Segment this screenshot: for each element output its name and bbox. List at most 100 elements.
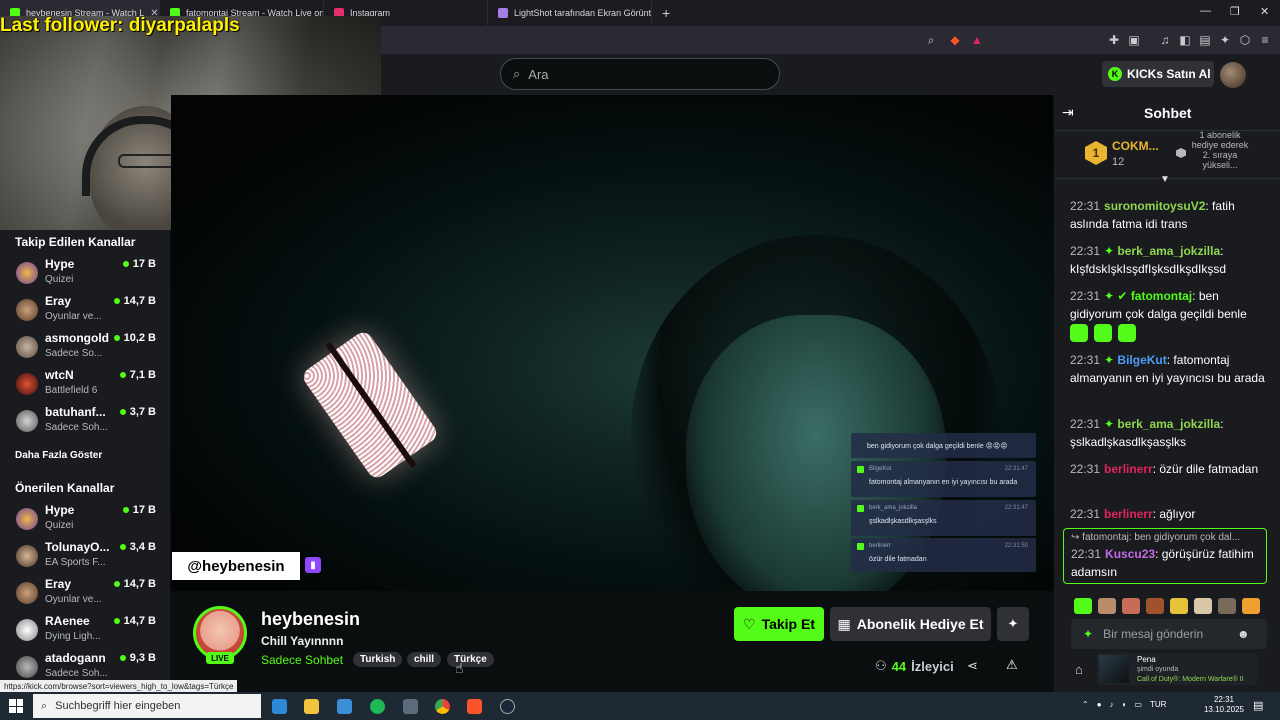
emote-icon[interactable] xyxy=(1146,598,1164,614)
channel-name: TolunayO... xyxy=(45,540,110,554)
steam-icon[interactable] xyxy=(500,699,515,714)
chat-username[interactable]: berk_ama_jokzilla xyxy=(1117,417,1220,431)
store-app-icon[interactable] xyxy=(337,699,352,714)
brave-rewards-icon[interactable]: ▲ xyxy=(970,33,984,47)
emoji-icon[interactable]: ☻ xyxy=(1237,627,1250,641)
menu-icon[interactable]: ≡ xyxy=(1258,33,1272,47)
brave-icon[interactable] xyxy=(467,699,482,714)
media-icon[interactable]: ♫ xyxy=(1158,33,1172,47)
avatar xyxy=(16,656,38,678)
calculator-icon[interactable] xyxy=(403,699,418,714)
channel-name: Hype xyxy=(45,503,75,517)
tag-turkish[interactable]: Turkish xyxy=(353,652,403,667)
sidebar-item-batuhanf[interactable]: batuhanf... Sadece Soh... 3,7 B xyxy=(16,404,164,438)
gift-leaderboard-text: 1 abonelik hediye ederek 2. sıraya yükse… xyxy=(1191,130,1249,170)
emote-icon[interactable] xyxy=(1098,598,1116,614)
microphone-icon[interactable]: ♪ xyxy=(1110,700,1114,709)
buy-kicks-button[interactable]: K KICKs Satın Al xyxy=(1102,61,1214,87)
lightshot-favicon-icon xyxy=(498,8,508,18)
collapse-chat-icon[interactable]: ⇥ xyxy=(1062,104,1074,121)
top-gifter-name[interactable]: COKM... xyxy=(1112,139,1159,153)
chat-username[interactable]: berlinerr xyxy=(1104,507,1153,521)
chat-username[interactable]: berk_ama_jokzilla xyxy=(1117,244,1220,258)
sparkle-button[interactable]: ✦ xyxy=(997,607,1029,641)
window-close-icon[interactable]: ✕ xyxy=(1260,5,1269,18)
chat-username[interactable]: fatomontaj xyxy=(1131,289,1192,303)
taskbar-clock[interactable]: 22:31 13.10.2025 xyxy=(1201,695,1247,715)
new-tab-icon[interactable]: + xyxy=(662,5,670,21)
store-icon[interactable]: ⌂ xyxy=(1075,662,1083,677)
show-more-link[interactable]: Daha Fazla Göster xyxy=(15,450,102,461)
overlay-chat-message: berlinerr 22:31:50 özür dile fatmadan xyxy=(851,538,1036,572)
sidebar-item-tolunay[interactable]: TolunayO... EA Sports F... 3,4 B xyxy=(16,539,164,573)
streamer-name[interactable]: heybenesin xyxy=(261,609,360,630)
emote-icon[interactable] xyxy=(1218,598,1236,614)
file-explorer-icon[interactable] xyxy=(304,699,319,714)
zoom-icon[interactable]: ⌕ xyxy=(924,33,938,47)
sidebar-item-atadogann[interactable]: atadogann Sadece Soh... 9,3 B xyxy=(16,650,164,684)
extensions-icon[interactable]: ✚ xyxy=(1107,33,1121,47)
input-language[interactable]: TUR xyxy=(1150,700,1166,709)
sidebar-item-raenee[interactable]: RAenee Dying Ligh... 14,7 B xyxy=(16,613,164,647)
brave-shield-icon[interactable]: ◆ xyxy=(948,33,962,47)
gift-subscription-button[interactable]: ▦ Abonelik Hediye Et xyxy=(830,607,991,641)
report-warning-icon[interactable]: ⚠ xyxy=(1006,657,1018,673)
wallet-icon[interactable]: ▤ xyxy=(1198,33,1212,47)
sidebar-item-hype[interactable]: Hype Quizei 17 B xyxy=(16,256,164,290)
notification-icon[interactable]: ▤ xyxy=(1253,699,1263,712)
emote-icon[interactable] xyxy=(1122,598,1140,614)
leo-ai-icon[interactable]: ✦ xyxy=(1218,33,1232,47)
windows-start-icon[interactable] xyxy=(9,699,23,713)
chat-username[interactable]: BilgeKut xyxy=(1117,353,1166,367)
sparkle-icon: ✦ xyxy=(1007,616,1019,631)
chevron-down-icon[interactable]: ▼ xyxy=(1160,174,1170,185)
emote-icon[interactable] xyxy=(1194,598,1212,614)
chat-message: 22:31 Kuscu23: görüşürüz fatihim adamsın xyxy=(1071,547,1254,579)
reply-context[interactable]: ↪ fatomontaj: ben gidiyorum çok dal... xyxy=(1071,532,1261,543)
emote-icon[interactable] xyxy=(1242,598,1260,614)
avatar xyxy=(16,410,38,432)
channel-category: Quizei xyxy=(45,520,74,531)
viewer-count: 9,3 B xyxy=(119,652,156,664)
chevron-up-icon[interactable]: ⌃ xyxy=(1082,700,1089,709)
sidebar-item-hype-recommended[interactable]: Hype Quizei 17 B xyxy=(16,502,164,536)
emote-icon[interactable] xyxy=(1074,598,1092,614)
sidebar-toggle-icon[interactable]: ◧ xyxy=(1178,33,1192,47)
live-dot-icon xyxy=(113,298,120,304)
edge-icon[interactable] xyxy=(272,699,287,714)
sparkle-badge-icon: ✦ xyxy=(1104,289,1118,303)
live-badge: LIVE xyxy=(206,652,234,664)
minimize-icon[interactable]: — xyxy=(1200,5,1211,17)
sidebar-item-wtcn[interactable]: wtcN Battlefield 6 7,1 B xyxy=(16,367,164,401)
spotify-icon[interactable] xyxy=(370,699,385,714)
network-icon[interactable]: ▭ xyxy=(1134,700,1142,709)
follow-button[interactable]: ♡ Takip Et xyxy=(734,607,824,641)
chat-username[interactable]: berlinerr xyxy=(1104,462,1153,476)
taskbar-search-input[interactable]: ⌕ Suchbegriff hier eingeben xyxy=(33,694,261,718)
verified-badge-icon: ✔ xyxy=(1117,289,1131,303)
live-dot-icon xyxy=(119,544,126,550)
sidebar-item-eray[interactable]: Eray Oyunlar ve... 14,7 B xyxy=(16,293,164,327)
channel-name: asmongold xyxy=(45,331,110,345)
volume-icon[interactable]: ◖ xyxy=(1122,700,1127,709)
kick-badge-icon xyxy=(857,505,864,512)
user-avatar[interactable] xyxy=(1220,62,1246,88)
screenshot-icon[interactable]: ▣ xyxy=(1127,33,1141,47)
chat-username[interactable]: Kuscu23 xyxy=(1105,547,1155,561)
chat-message: 22:31 suronomitoysuV2: fatih aslında fatm… xyxy=(1070,199,1235,231)
stream-category-link[interactable]: Sadece Sohbet xyxy=(261,653,343,667)
search-input[interactable]: ⌕ Ara xyxy=(500,58,780,90)
sidebar-item-asmongold[interactable]: asmongold Sadece So... 10,2 B xyxy=(16,330,164,364)
browser-tab-lightshot[interactable]: LightShot tarafından Ekran Görüntüs xyxy=(488,0,652,26)
kicks-sparkle-icon[interactable]: ✦ xyxy=(1083,627,1093,641)
emote-icon[interactable] xyxy=(1170,598,1188,614)
sidebar-item-eray-recommended[interactable]: Eray Oyunlar ve... 14,7 B xyxy=(16,576,164,610)
chrome-icon[interactable] xyxy=(435,699,450,714)
tag-chill[interactable]: chill xyxy=(407,652,442,667)
chat-username[interactable]: suronomitoysuV2 xyxy=(1104,199,1205,213)
tray-app-icon[interactable]: ● xyxy=(1097,700,1102,709)
vpn-icon[interactable]: ⬡ xyxy=(1238,33,1252,47)
restore-icon[interactable]: ❐ xyxy=(1230,5,1240,18)
share-icon[interactable]: ⋖ xyxy=(967,658,978,674)
glasses xyxy=(118,154,178,168)
